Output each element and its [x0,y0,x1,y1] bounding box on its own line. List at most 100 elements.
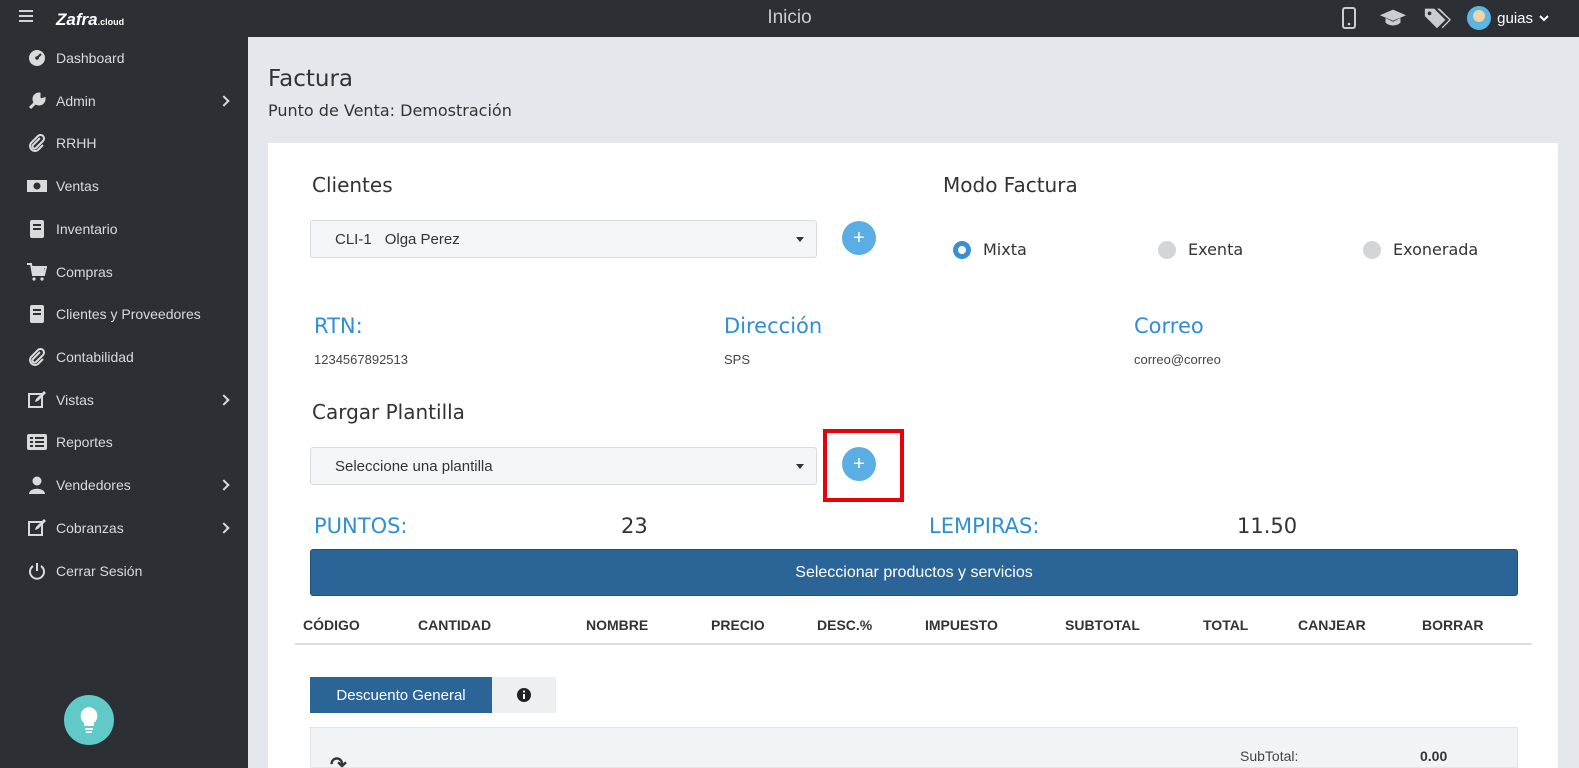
column-header: TOTAL [1203,617,1249,633]
column-header: CANTIDAD [418,617,492,633]
sidebar-item-label: Contabilidad [56,349,134,365]
user-name: guias [1497,9,1533,27]
sidebar-item-label: Admin [56,93,96,109]
radio-exenta[interactable]: Exenta [1158,240,1243,259]
sidebar-item-label: Cobranzas [56,520,124,536]
sidebar-item-inventario[interactable]: Inventario [0,211,248,247]
client-code: CLI-1 [335,230,372,248]
template-select[interactable]: Seleccione una plantilla [310,447,817,485]
subtotal-label: SubTotal: [1240,748,1299,764]
modo-factura-title: Modo Factura [943,173,1078,197]
money-icon [27,176,47,196]
sidebar-item-label: Ventas [56,178,99,194]
topbar-actions: guias [1335,5,1549,31]
sidebar-item-label: Reportes [56,434,113,450]
dashboard-icon [27,48,47,68]
sidebar-item-compras[interactable]: Compras [0,254,248,290]
book-icon [27,219,47,239]
paperclip-icon [27,133,47,153]
radio-mixta[interactable]: Mixta [953,240,1027,259]
avatar [1467,6,1492,30]
highlight-box [823,429,904,502]
radio-label: Mixta [983,240,1027,259]
book-icon [27,304,47,324]
sidebar-item-label: Inventario [56,221,118,237]
subtotal-value: 0.00 [1420,748,1448,764]
sidebar-item-label: Cerrar Sesión [56,563,143,579]
lempiras-value: 11.50 [1237,514,1298,538]
radio-label: Exenta [1188,240,1244,259]
sidebar-item-label: Compras [56,264,113,280]
cart-icon [27,262,47,282]
sidebar-item-dashboard[interactable]: Dashboard [0,40,248,76]
edit-icon [27,518,47,538]
client-select[interactable]: CLI-1 Olga Perez [310,220,817,258]
radio-exonerada[interactable]: Exonerada [1363,240,1478,259]
lempiras-label: LEMPIRAS: [929,514,1040,538]
sidebar-item-vendedores[interactable]: Vendedores [0,467,248,503]
page-title: Factura [268,66,354,92]
radio-unchecked-icon [1363,240,1381,259]
sidebar-item-label: Clientes y Proveedores [56,306,201,322]
tags-icon[interactable] [1423,5,1452,31]
sidebar-item-clientes-proveedores[interactable]: Clientes y Proveedores [0,296,248,332]
topbar: Zafra.cloud Inicio guias [0,0,1579,37]
info-icon[interactable] [492,677,556,713]
sidebar-item-rrhh[interactable]: RRHH [0,125,248,161]
column-header: PRECIO [711,617,765,633]
direccion-value: SPS [724,352,751,367]
sidebar-item-cobranzas[interactable]: Cobranzas [0,510,248,546]
sidebar-item-contabilidad[interactable]: Contabilidad [0,339,248,375]
caret-down-icon [796,464,804,469]
template-placeholder: Seleccione una plantilla [335,457,493,475]
power-icon [27,561,47,581]
chevron-right-icon [218,394,230,406]
column-header: SUBTOTAL [1065,617,1140,633]
add-client-button[interactable]: + [842,221,876,255]
column-header: CÓDIGO [303,617,360,633]
arrow-icon: ↷ [330,754,347,768]
correo-value: correo@correo [1134,352,1221,367]
sidebar-item-vistas[interactable]: Vistas [0,382,248,418]
chevron-right-icon [218,95,230,107]
paperclip-icon [27,347,47,367]
user-icon [27,475,47,495]
wrench-icon [27,91,47,111]
totals-panel [310,727,1518,768]
rtn-label: RTN: [314,314,363,338]
edit-icon [27,390,47,410]
sidebar-item-reportes[interactable]: Reportes [0,424,248,460]
sidebar: Dashboard Admin RRHH Ventas Inventario C… [0,37,248,768]
column-header: NOMBRE [586,617,649,633]
chevron-right-icon [218,479,230,491]
graduation-cap-icon[interactable] [1379,5,1407,31]
radio-unchecked-icon [1158,240,1176,259]
descuento-general-button[interactable]: Descuento General [310,677,492,713]
sidebar-item-cerrar-sesion[interactable]: Cerrar Sesión [0,553,248,589]
caret-down-icon [796,237,804,242]
radio-label: Exonerada [1393,240,1479,259]
sidebar-item-label: RRHH [56,135,97,151]
sidebar-item-ventas[interactable]: Ventas [0,168,248,204]
clientes-title: Clientes [312,173,393,197]
user-menu[interactable]: guias [1467,6,1549,30]
lightbulb-icon[interactable] [64,695,114,745]
sidebar-item-label: Vendedores [56,477,131,493]
column-header: IMPUESTO [925,617,998,633]
column-header: BORRAR [1422,617,1484,633]
radio-checked-icon [953,240,971,259]
column-header: DESC.% [817,617,873,633]
sidebar-item-admin[interactable]: Admin [0,83,248,119]
puntos-label: PUNTOS: [314,514,408,538]
chevron-down-icon [1539,15,1549,22]
puntos-value: 23 [621,514,648,538]
cargar-plantilla-title: Cargar Plantilla [312,400,465,424]
column-header: CANJEAR [1298,617,1366,633]
select-products-button[interactable]: Seleccionar productos y servicios [310,549,1518,596]
sidebar-item-label: Vistas [56,392,94,408]
list-icon [27,432,47,452]
mobile-icon[interactable] [1335,5,1363,31]
page-subtitle: Punto de Venta: Demostración [268,101,512,120]
direccion-label: Dirección [724,314,823,338]
correo-label: Correo [1134,314,1204,338]
